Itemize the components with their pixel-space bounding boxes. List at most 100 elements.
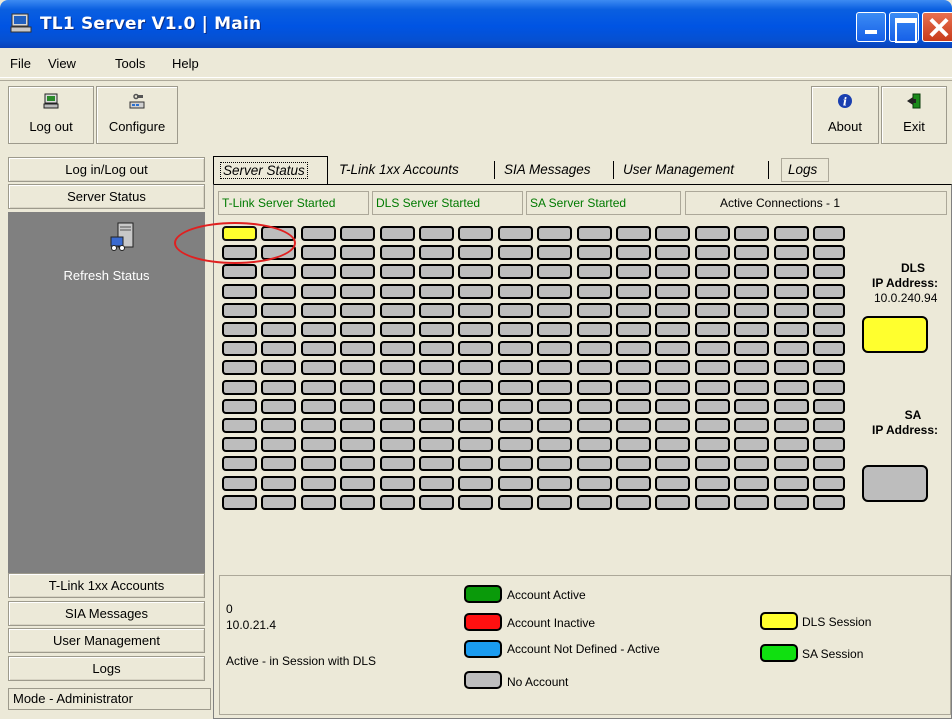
account-cell[interactable] [694,494,730,510]
account-cell[interactable] [300,494,336,510]
account-cell[interactable] [261,398,297,414]
account-cell[interactable] [222,379,257,395]
account-cell[interactable] [694,475,730,491]
menu-file[interactable]: File [10,56,31,71]
account-cell[interactable] [773,341,809,357]
dls-status-box[interactable] [862,316,928,353]
account-cell[interactable] [419,283,454,299]
account-cell[interactable] [497,341,533,357]
account-cell[interactable] [734,302,770,318]
account-cell[interactable] [616,322,651,337]
account-cell[interactable] [300,245,336,261]
account-cell[interactable] [655,283,691,299]
account-cell[interactable] [813,322,845,337]
account-cell[interactable] [813,360,845,376]
account-cell[interactable] [340,226,376,241]
account-cell[interactable] [340,283,376,299]
account-cell[interactable] [576,360,612,376]
account-cell[interactable] [537,418,573,433]
account-cell[interactable] [222,341,257,357]
account-cell[interactable] [222,264,257,280]
nav-login-logout[interactable]: Log in/Log out [8,157,205,182]
account-cell[interactable] [379,418,415,433]
account-cell[interactable] [655,475,691,491]
account-cell[interactable] [773,398,809,414]
account-cell[interactable] [497,379,533,395]
account-cell[interactable] [813,456,845,472]
account-cell[interactable] [773,245,809,261]
account-cell[interactable] [497,226,533,241]
account-cell[interactable] [813,302,845,318]
account-cell[interactable] [537,456,573,472]
account-cell[interactable] [655,322,691,337]
account-cell[interactable] [497,302,533,318]
account-cell[interactable] [419,226,454,241]
account-cell[interactable] [734,360,770,376]
account-cell[interactable] [734,341,770,357]
account-cell[interactable] [813,341,845,357]
account-cell[interactable] [694,398,730,414]
menu-help[interactable]: Help [172,56,199,71]
account-cell[interactable] [458,379,494,395]
account-cell[interactable] [419,245,454,261]
account-cell[interactable] [813,437,845,453]
account-cell[interactable] [616,379,651,395]
account-cell[interactable] [537,283,573,299]
account-cell[interactable] [773,475,809,491]
account-cell[interactable] [222,283,257,299]
account-cell[interactable] [616,245,651,261]
account-cell[interactable] [773,456,809,472]
account-cell[interactable] [222,418,257,433]
minimize-button[interactable] [856,12,886,42]
account-cell[interactable] [340,475,376,491]
account-cell[interactable] [576,456,612,472]
account-cell[interactable] [300,418,336,433]
account-cell[interactable] [537,379,573,395]
account-cell[interactable] [537,322,573,337]
account-cell[interactable] [222,437,257,453]
account-cell[interactable] [300,437,336,453]
account-cell[interactable] [261,379,297,395]
account-cell[interactable] [576,302,612,318]
account-cell[interactable] [497,456,533,472]
account-cell[interactable] [655,379,691,395]
account-cell[interactable] [655,437,691,453]
account-cell[interactable] [734,226,770,241]
account-cell[interactable] [340,379,376,395]
account-cell[interactable] [340,302,376,318]
account-cell[interactable] [261,418,297,433]
account-cell[interactable] [616,226,651,241]
account-cell[interactable] [537,302,573,318]
account-cell[interactable] [222,398,257,414]
account-cell[interactable] [813,475,845,491]
account-cell[interactable] [655,341,691,357]
account-cell[interactable] [419,322,454,337]
account-cell[interactable] [576,283,612,299]
account-cell[interactable] [419,475,454,491]
account-cell[interactable] [616,494,651,510]
account-cell[interactable] [734,379,770,395]
account-cell[interactable] [734,494,770,510]
account-cell[interactable] [694,226,730,241]
account-cell[interactable] [497,494,533,510]
account-cell[interactable] [379,494,415,510]
account-cell[interactable] [379,379,415,395]
account-cell[interactable] [576,264,612,280]
account-cell[interactable] [261,475,297,491]
account-cell[interactable] [261,264,297,280]
account-cell[interactable] [694,341,730,357]
account-cell[interactable] [300,475,336,491]
account-cell[interactable] [655,456,691,472]
account-cell[interactable] [576,379,612,395]
account-cell[interactable] [694,456,730,472]
account-cell[interactable] [458,398,494,414]
configure-button[interactable]: Configure [96,86,178,144]
account-cell[interactable] [576,494,612,510]
account-cell[interactable] [340,437,376,453]
account-cell[interactable] [694,283,730,299]
account-cell[interactable] [655,418,691,433]
tab-logs[interactable]: Logs [781,158,829,182]
account-cell[interactable] [458,226,494,241]
about-button[interactable]: i About [811,86,879,144]
account-cell[interactable] [340,494,376,510]
